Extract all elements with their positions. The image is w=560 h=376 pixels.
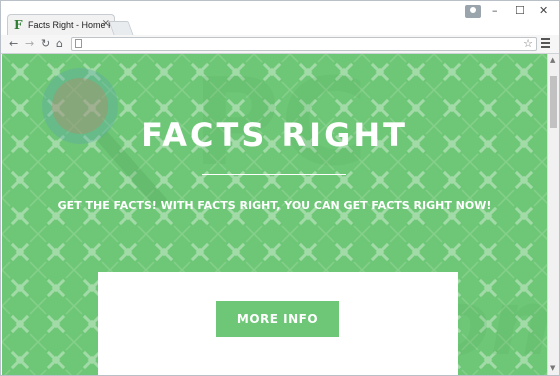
page-icon bbox=[75, 39, 82, 48]
browser-window: F Facts Right - Home Page × – ☐ ✕ ← → ↻ … bbox=[0, 0, 560, 376]
reload-icon[interactable]: ↻ bbox=[41, 37, 50, 51]
favicon-icon: F bbox=[14, 18, 23, 32]
bookmark-star-icon[interactable]: ☆ bbox=[523, 37, 533, 50]
forward-icon[interactable]: → bbox=[25, 37, 34, 51]
menu-icon[interactable] bbox=[541, 38, 550, 50]
user-profile-icon[interactable] bbox=[465, 5, 481, 18]
browser-tab[interactable]: F Facts Right - Home Page × bbox=[7, 14, 129, 35]
minimize-icon[interactable]: – bbox=[492, 5, 498, 17]
scroll-up-icon[interactable]: ▲ bbox=[550, 56, 555, 64]
home-icon[interactable]: ⌂ bbox=[56, 37, 63, 51]
scroll-down-icon[interactable]: ▼ bbox=[550, 364, 555, 372]
site-tagline: GET THE FACTS! WITH FACTS RIGHT, YOU CAN… bbox=[57, 199, 492, 212]
vertical-scrollbar[interactable]: ▲ ▼ bbox=[547, 54, 559, 375]
title-divider bbox=[202, 174, 346, 175]
scroll-thumb[interactable] bbox=[550, 76, 557, 128]
page-viewport: PC risk.com FACTS RIGHT GET THE FACTS! W… bbox=[2, 54, 547, 375]
title-bar: F Facts Right - Home Page × – ☐ ✕ bbox=[1, 1, 559, 35]
browser-toolbar: ← → ↻ ⌂ ☆ bbox=[1, 35, 559, 54]
close-window-icon[interactable]: ✕ bbox=[539, 5, 548, 17]
more-info-button[interactable]: MORE INFO bbox=[216, 301, 339, 337]
back-icon[interactable]: ← bbox=[9, 37, 18, 51]
site-title: FACTS RIGHT bbox=[141, 116, 408, 154]
info-card: MORE INFO bbox=[98, 272, 458, 375]
maximize-icon[interactable]: ☐ bbox=[515, 5, 525, 17]
new-tab-button[interactable] bbox=[108, 21, 134, 35]
address-bar[interactable]: ☆ bbox=[71, 37, 537, 51]
